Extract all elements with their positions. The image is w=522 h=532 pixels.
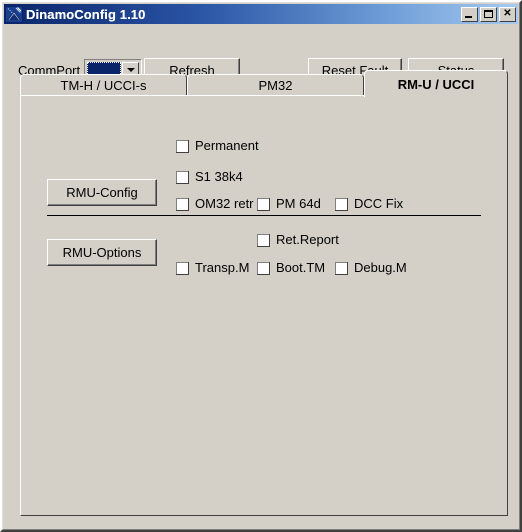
checkbox-permanent-label: Permanent	[195, 138, 259, 153]
checkbox-s1-38k4-label: S1 38k4	[195, 169, 243, 184]
checkbox-transp-m-box[interactable]	[176, 261, 189, 275]
rmu-options-button[interactable]: RMU-Options	[47, 239, 157, 266]
checkbox-ret-report-label: Ret.Report	[276, 232, 339, 247]
checkbox-debug-m[interactable]: Debug.M	[335, 261, 407, 275]
checkbox-boot-tm[interactable]: Boot.TM	[257, 261, 325, 275]
section-separator	[47, 215, 481, 216]
checkbox-pm-64d-box[interactable]	[257, 197, 270, 211]
maximize-button[interactable]	[480, 6, 497, 22]
checkbox-pm-64d[interactable]: PM 64d	[257, 197, 321, 211]
checkbox-debug-m-label: Debug.M	[354, 260, 407, 275]
maximize-icon	[484, 9, 493, 18]
checkbox-transp-m-label: Transp.M	[195, 260, 250, 275]
rmu-config-button[interactable]: RMU-Config	[47, 179, 157, 206]
close-button[interactable]: ✕	[499, 6, 516, 22]
checkbox-ret-report-box[interactable]	[257, 233, 270, 247]
tab-rmu-ucci[interactable]: RM-U / UCCI	[364, 70, 508, 97]
checkbox-permanent-box[interactable]	[176, 139, 189, 153]
tab-strip: TM-H / UCCI-s PM32 RM-U / UCCI	[20, 70, 508, 97]
application-window: DinamoConfig 1.10 ✕ CommPort Refresh Res…	[0, 0, 522, 532]
minimize-icon	[465, 15, 472, 18]
checkbox-s1-38k4[interactable]: S1 38k4	[176, 170, 243, 184]
tab-panel-rmu-ucci: Permanent RMU-Config S1 38k4 OM32 retr P…	[20, 95, 508, 516]
checkbox-pm-64d-label: PM 64d	[276, 196, 321, 211]
checkbox-dcc-fix-box[interactable]	[335, 197, 348, 211]
checkbox-s1-38k4-box[interactable]	[176, 170, 189, 184]
tab-pm32[interactable]: PM32	[187, 74, 364, 96]
checkbox-om32-retr[interactable]: OM32 retr	[176, 197, 254, 211]
tab-tmh-uccis[interactable]: TM-H / UCCI-s	[20, 74, 187, 96]
tab-control: TM-H / UCCI-s PM32 RM-U / UCCI Permanent…	[20, 70, 508, 516]
checkbox-dcc-fix[interactable]: DCC Fix	[335, 197, 403, 211]
toolbar: CommPort Refresh Reset Fault Status	[2, 24, 520, 83]
title-bar[interactable]: DinamoConfig 1.10 ✕	[4, 4, 518, 24]
checkbox-transp-m[interactable]: Transp.M	[176, 261, 249, 275]
checkbox-om32-retr-label: OM32 retr	[195, 196, 254, 211]
checkbox-dcc-fix-label: DCC Fix	[354, 196, 404, 211]
app-logo-icon	[5, 5, 23, 23]
checkbox-boot-tm-box[interactable]	[257, 261, 270, 275]
window-title: DinamoConfig 1.10	[26, 6, 146, 22]
checkbox-ret-report[interactable]: Ret.Report	[257, 233, 339, 247]
checkbox-debug-m-box[interactable]	[335, 261, 348, 275]
minimize-button[interactable]	[461, 6, 478, 22]
checkbox-permanent[interactable]: Permanent	[176, 139, 259, 153]
window-controls: ✕	[461, 6, 516, 22]
checkbox-om32-retr-box[interactable]	[176, 197, 189, 211]
close-icon: ✕	[503, 8, 512, 19]
checkbox-boot-tm-label: Boot.TM	[276, 260, 326, 275]
